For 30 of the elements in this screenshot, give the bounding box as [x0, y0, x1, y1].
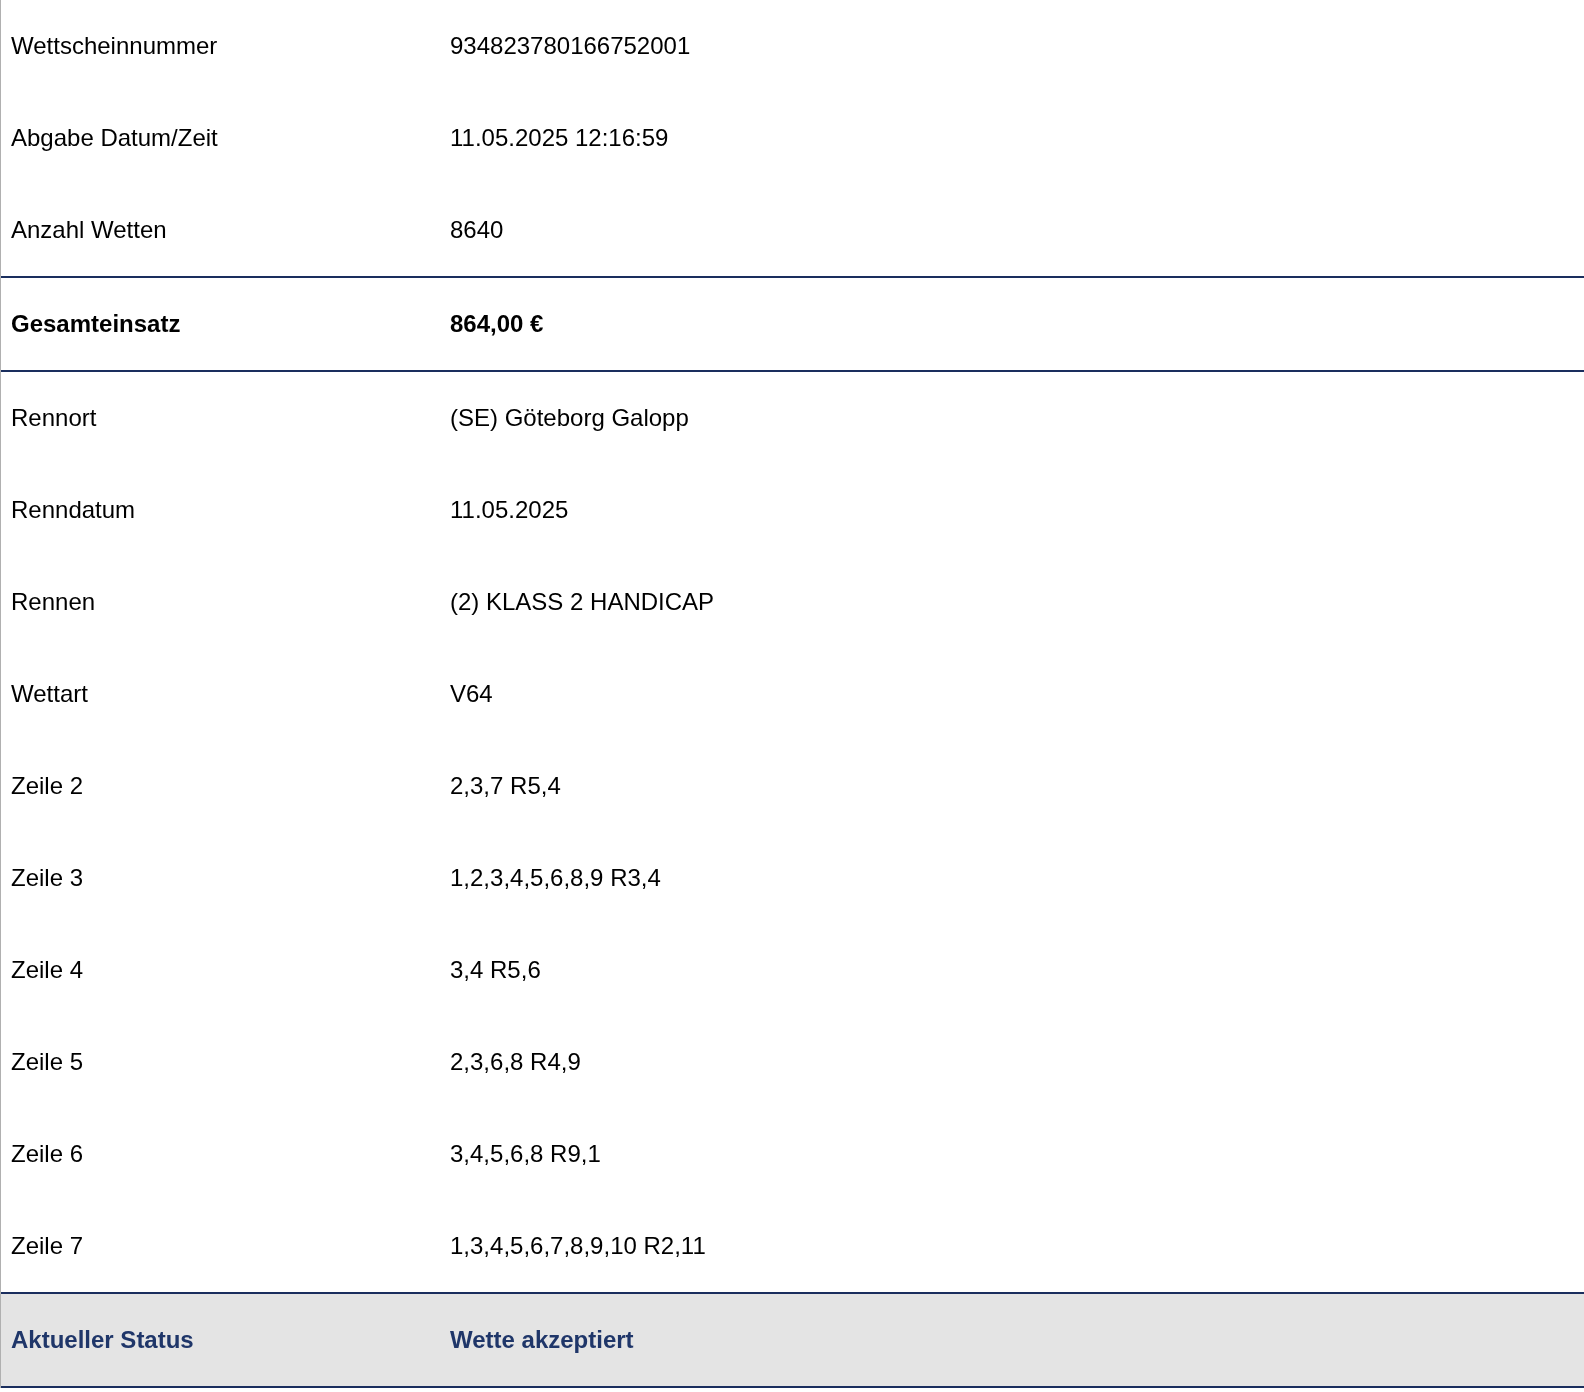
row-label: Wettart — [10, 680, 89, 708]
row-label: Renndatum — [10, 496, 137, 524]
row-value: 11.05.2025 12:16:59 — [450, 124, 670, 152]
row-value: 2,3,6,8 R4,9 — [450, 1048, 582, 1076]
row-value: 1,2,3,4,5,6,8,9 R3,4 — [450, 864, 662, 892]
row-label: Abgabe Datum/Zeit — [10, 124, 219, 152]
row-label: Gesamteinsatz — [10, 310, 182, 338]
row-label: Rennort — [10, 404, 98, 432]
row-label: Zeile 3 — [10, 864, 85, 892]
row-value: 934823780166752001 — [450, 32, 692, 60]
row-value: (2) KLASS 2 HANDICAP — [450, 588, 716, 616]
row-label: Zeile 6 — [10, 1140, 85, 1168]
row-value: 3,4,5,6,8 R9,1 — [450, 1140, 602, 1168]
row-value: 1,3,4,5,6,7,8,9,10 R2,11 — [450, 1232, 707, 1260]
row-label: Rennen — [10, 588, 97, 616]
row-value: 11.05.2025 — [450, 496, 570, 524]
row-label: Wettscheinnummer — [10, 32, 219, 60]
row-value: (SE) Göteborg Galopp — [450, 404, 690, 432]
row-label: Aktueller Status — [10, 1326, 195, 1354]
row-value: 8640 — [450, 216, 505, 244]
row-value: 2,3,7 R5,4 — [450, 772, 562, 800]
row-value: V64 — [450, 680, 494, 708]
row-label: Anzahl Wetten — [10, 216, 168, 244]
row-value: Wette akzeptiert — [450, 1326, 635, 1354]
row-label: Zeile 5 — [10, 1048, 85, 1076]
row-label: Zeile 7 — [10, 1232, 85, 1260]
row-value: 3,4 R5,6 — [450, 956, 542, 984]
row-label: Zeile 4 — [10, 956, 85, 984]
row-value: 864,00 € — [450, 310, 545, 338]
row-label: Zeile 2 — [10, 772, 85, 800]
